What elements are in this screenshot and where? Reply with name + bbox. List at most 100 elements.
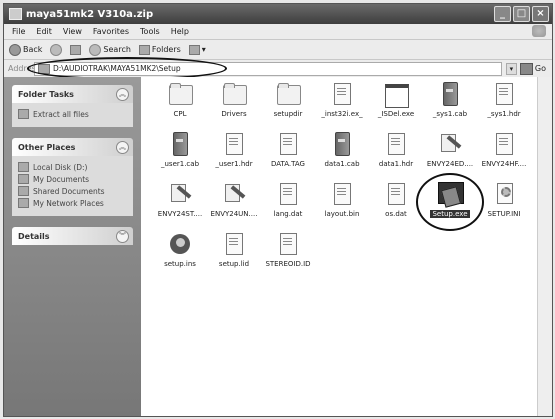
place-local-disk[interactable]: Local Disk (D:)	[18, 162, 127, 172]
file-name: os.dat	[385, 210, 407, 218]
document-icon	[275, 181, 301, 207]
address-bar: Address D:\AUDIOTRAK\MAYA51MK2\Setup ▾ G…	[4, 57, 552, 80]
file-item[interactable]: SETUP.INI	[479, 181, 529, 223]
file-item[interactable]: _sys1.hdr	[479, 81, 529, 123]
document-icon	[491, 131, 517, 157]
document-icon	[329, 81, 355, 107]
document-icon	[383, 181, 409, 207]
go-label: Go	[534, 64, 546, 73]
file-name: _inst32i.ex_	[321, 110, 363, 118]
place-label: Shared Documents	[33, 186, 105, 196]
back-button[interactable]: Back	[9, 43, 43, 56]
file-item[interactable]: setupdir	[263, 81, 313, 123]
file-item[interactable]: data1.cab	[317, 131, 367, 173]
close-button[interactable]: ×	[532, 6, 549, 22]
details-header[interactable]: Details ︾	[12, 227, 133, 245]
folder-tasks-title: Folder Tasks	[18, 89, 74, 99]
tool-icon	[437, 131, 463, 157]
toolbar: Back Search Folders ▾	[4, 40, 552, 60]
setup-exe-item[interactable]: Setup.exe	[416, 173, 484, 231]
windows-logo-icon	[532, 25, 546, 37]
search-button[interactable]: Search	[89, 43, 131, 56]
place-shared-documents[interactable]: Shared Documents	[18, 186, 127, 196]
menu-file[interactable]: File	[12, 27, 25, 36]
file-name: Setup.exe	[430, 210, 470, 218]
file-item[interactable]: _inst32i.ex_	[317, 81, 367, 123]
file-name: layout.bin	[324, 210, 360, 218]
menu-tools[interactable]: Tools	[140, 27, 160, 36]
window-icon	[383, 81, 409, 108]
file-item[interactable]: _sys1.cab	[425, 81, 475, 123]
address-input[interactable]: D:\AUDIOTRAK\MAYA51MK2\Setup	[34, 61, 502, 76]
other-places-title: Other Places	[18, 142, 76, 152]
window-title: maya51mk2 V310a.zip	[26, 8, 154, 20]
document-icon	[275, 131, 301, 157]
document-icon	[491, 81, 517, 107]
forward-button[interactable]	[50, 43, 63, 56]
explorer-window: maya51mk2 V310a.zip _ □ × File Edit View…	[3, 3, 553, 417]
folders-button[interactable]: Folders	[138, 44, 181, 55]
folder-icon	[221, 81, 247, 107]
address-dropdown-icon[interactable]: ▾	[505, 62, 517, 75]
file-item[interactable]: ENVY24UN....	[209, 181, 259, 223]
task-pane: Folder Tasks ︽ Extract all files Other P…	[4, 77, 141, 416]
file-name: ENVY24ED....	[426, 160, 474, 168]
address-path: D:\AUDIOTRAK\MAYA51MK2\Setup	[53, 64, 181, 73]
file-item[interactable]: Drivers	[209, 81, 259, 123]
file-name: data1.hdr	[378, 160, 414, 168]
file-item[interactable]: setup.lid	[209, 231, 259, 273]
maximize-button[interactable]: □	[513, 6, 530, 22]
menu-help[interactable]: Help	[171, 27, 189, 36]
folder-tasks-header[interactable]: Folder Tasks ︽	[12, 85, 133, 103]
menu-favorites[interactable]: Favorites	[93, 27, 129, 36]
file-item[interactable]: data1.hdr	[371, 131, 421, 173]
file-item[interactable]: setup.ins	[155, 231, 205, 273]
file-name: Drivers	[221, 110, 247, 118]
file-name: SETUP.INI	[487, 210, 521, 218]
file-item[interactable]: ENVY24ED....	[425, 131, 475, 173]
file-item[interactable]: lang.dat	[263, 181, 313, 223]
file-item[interactable]: os.dat	[371, 181, 421, 223]
file-name: ENVY24HF....	[481, 160, 527, 168]
file-item[interactable]: _user1.cab	[155, 131, 205, 173]
shared-folder-icon	[18, 186, 29, 196]
file-item[interactable]: layout.bin	[317, 181, 367, 223]
other-places-header[interactable]: Other Places ︽	[12, 138, 133, 156]
file-item[interactable]: ENVY24ST....	[155, 181, 205, 223]
place-my-network-places[interactable]: My Network Places	[18, 198, 127, 208]
minimize-button[interactable]: _	[494, 6, 511, 22]
document-icon	[383, 131, 409, 157]
go-button[interactable]: Go	[519, 62, 546, 75]
forward-arrow-icon	[50, 43, 63, 56]
vertical-scrollbar[interactable]	[537, 77, 552, 416]
details-panel: Details ︾	[12, 227, 133, 245]
task-extract-all[interactable]: Extract all files	[18, 109, 127, 119]
place-my-documents[interactable]: My Documents	[18, 174, 127, 184]
title-bar[interactable]: maya51mk2 V310a.zip _ □ ×	[4, 4, 552, 24]
address-label: Address	[8, 64, 40, 73]
file-name: _user1.cab	[160, 160, 200, 168]
disk-drive-icon	[18, 162, 29, 172]
file-item[interactable]: CPL	[155, 81, 205, 123]
file-name: setup.ins	[164, 260, 196, 268]
collapse-chevron-icon[interactable]: ︽	[116, 87, 129, 101]
collapse-chevron-icon[interactable]: ︽	[116, 140, 129, 154]
file-item[interactable]: ENVY24HF....	[479, 131, 529, 173]
views-button[interactable]: ▾	[188, 44, 206, 55]
menu-bar: File Edit View Favorites Tools Help	[4, 24, 552, 40]
folder-icon	[167, 81, 193, 107]
file-item[interactable]: DATA.TAG	[263, 131, 313, 173]
file-item[interactable]: _user1.hdr	[209, 131, 259, 173]
cabinet-icon	[167, 131, 193, 157]
folder-icon	[275, 81, 301, 107]
setup-icon	[437, 181, 464, 207]
file-name: _ISDel.exe	[377, 110, 415, 118]
document-icon	[329, 181, 355, 207]
file-item[interactable]: _ISDel.exe	[371, 81, 421, 123]
expand-chevron-icon[interactable]: ︾	[116, 229, 129, 243]
menu-edit[interactable]: Edit	[36, 27, 52, 36]
back-label: Back	[23, 45, 43, 54]
file-item[interactable]: STEREOID.ID	[263, 231, 313, 273]
up-button[interactable]	[70, 44, 82, 55]
menu-view[interactable]: View	[63, 27, 82, 36]
